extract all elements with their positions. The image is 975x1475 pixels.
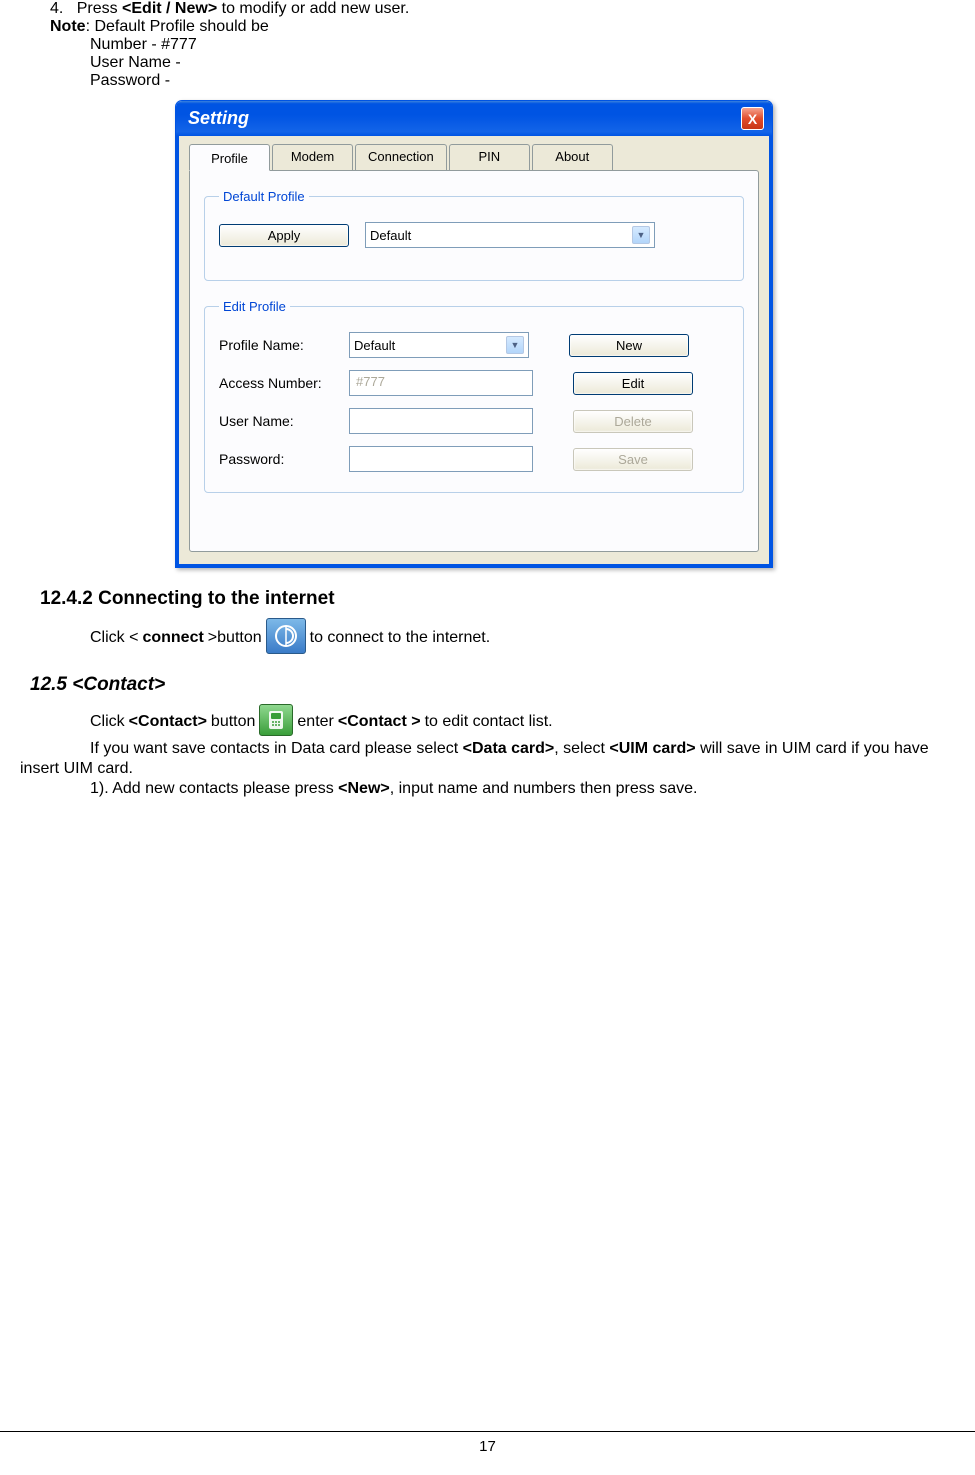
section-heading-125: 12.5 <Contact> xyxy=(30,674,955,696)
tab-about[interactable]: About xyxy=(532,144,613,170)
tab-profile[interactable]: Profile xyxy=(189,144,270,171)
default-profile-legend: Default Profile xyxy=(219,189,309,204)
page-footer: 17 xyxy=(0,1431,975,1455)
text: , select xyxy=(554,740,609,757)
apply-button[interactable]: Apply xyxy=(219,224,349,247)
tab-connection[interactable]: Connection xyxy=(355,144,447,170)
text: Password - xyxy=(90,72,955,90)
chevron-down-icon: ▼ xyxy=(506,336,524,354)
contact-ref: <Contact> xyxy=(129,711,207,733)
titlebar[interactable]: Setting X xyxy=(176,101,772,136)
section-heading-1242: 12.4.2 Connecting to the internet xyxy=(40,588,955,610)
user-name-field[interactable] xyxy=(349,408,533,434)
text: Click xyxy=(90,711,125,733)
profile-name-label: Profile Name: xyxy=(219,337,349,353)
tab-modem[interactable]: Modem xyxy=(272,144,353,170)
note-label: Note xyxy=(50,18,86,35)
select-value: Default xyxy=(370,228,411,243)
text: >button xyxy=(208,627,262,649)
page-number: 17 xyxy=(479,1438,496,1455)
tabs: Profile Modem Connection PIN About xyxy=(179,136,769,170)
text: button xyxy=(211,711,255,733)
setting-dialog: Setting X Profile Modem Connection PIN A… xyxy=(175,100,773,568)
delete-button[interactable]: Delete xyxy=(573,410,693,433)
password-field[interactable] xyxy=(349,446,533,472)
edit-profile-group: Edit Profile Profile Name: Default ▼ New xyxy=(204,299,744,493)
close-button[interactable]: X xyxy=(741,107,764,130)
text: , input name and numbers then press save… xyxy=(390,780,698,797)
user-name-label: User Name: xyxy=(219,413,349,429)
edit-button[interactable]: Edit xyxy=(573,372,693,395)
contact-ref2: <Contact > xyxy=(338,711,421,733)
dialog-title: Setting xyxy=(188,108,249,129)
text: to edit contact list. xyxy=(425,711,553,733)
text: 1). Add new contacts please press xyxy=(90,780,338,797)
access-number-field[interactable]: #777 xyxy=(349,370,533,396)
select-value: Default xyxy=(354,338,395,353)
connect-icon xyxy=(266,618,306,654)
default-profile-select[interactable]: Default ▼ xyxy=(365,222,655,248)
text: Number - #777 xyxy=(90,36,955,54)
text: enter xyxy=(297,711,333,733)
text: : Default Profile should be xyxy=(86,18,269,35)
edit-profile-legend: Edit Profile xyxy=(219,299,290,314)
connect-ref: connect xyxy=(142,627,203,649)
text: Click < xyxy=(90,627,138,649)
new-ref: <New> xyxy=(338,780,390,797)
edit-new-ref: <Edit / New> xyxy=(122,0,217,17)
access-number-label: Access Number: xyxy=(219,375,349,391)
list-number: 4. xyxy=(50,0,63,17)
default-profile-group: Default Profile Apply Default ▼ xyxy=(204,189,744,281)
datacard-ref: <Data card> xyxy=(463,740,555,757)
new-button[interactable]: New xyxy=(569,334,689,357)
close-icon: X xyxy=(748,111,757,127)
contact-icon xyxy=(259,704,293,736)
text: to modify or add new user. xyxy=(217,0,409,17)
uimcard-ref: <UIM card> xyxy=(609,740,695,757)
password-label: Password: xyxy=(219,451,349,467)
tab-pin[interactable]: PIN xyxy=(449,144,530,170)
text: to connect to the internet. xyxy=(310,627,491,649)
text: Press xyxy=(77,0,122,17)
save-button[interactable]: Save xyxy=(573,448,693,471)
chevron-down-icon: ▼ xyxy=(632,226,650,244)
text: If you want save contacts in Data card p… xyxy=(90,740,463,757)
text: User Name - xyxy=(90,54,955,72)
profile-name-select[interactable]: Default ▼ xyxy=(349,332,529,358)
